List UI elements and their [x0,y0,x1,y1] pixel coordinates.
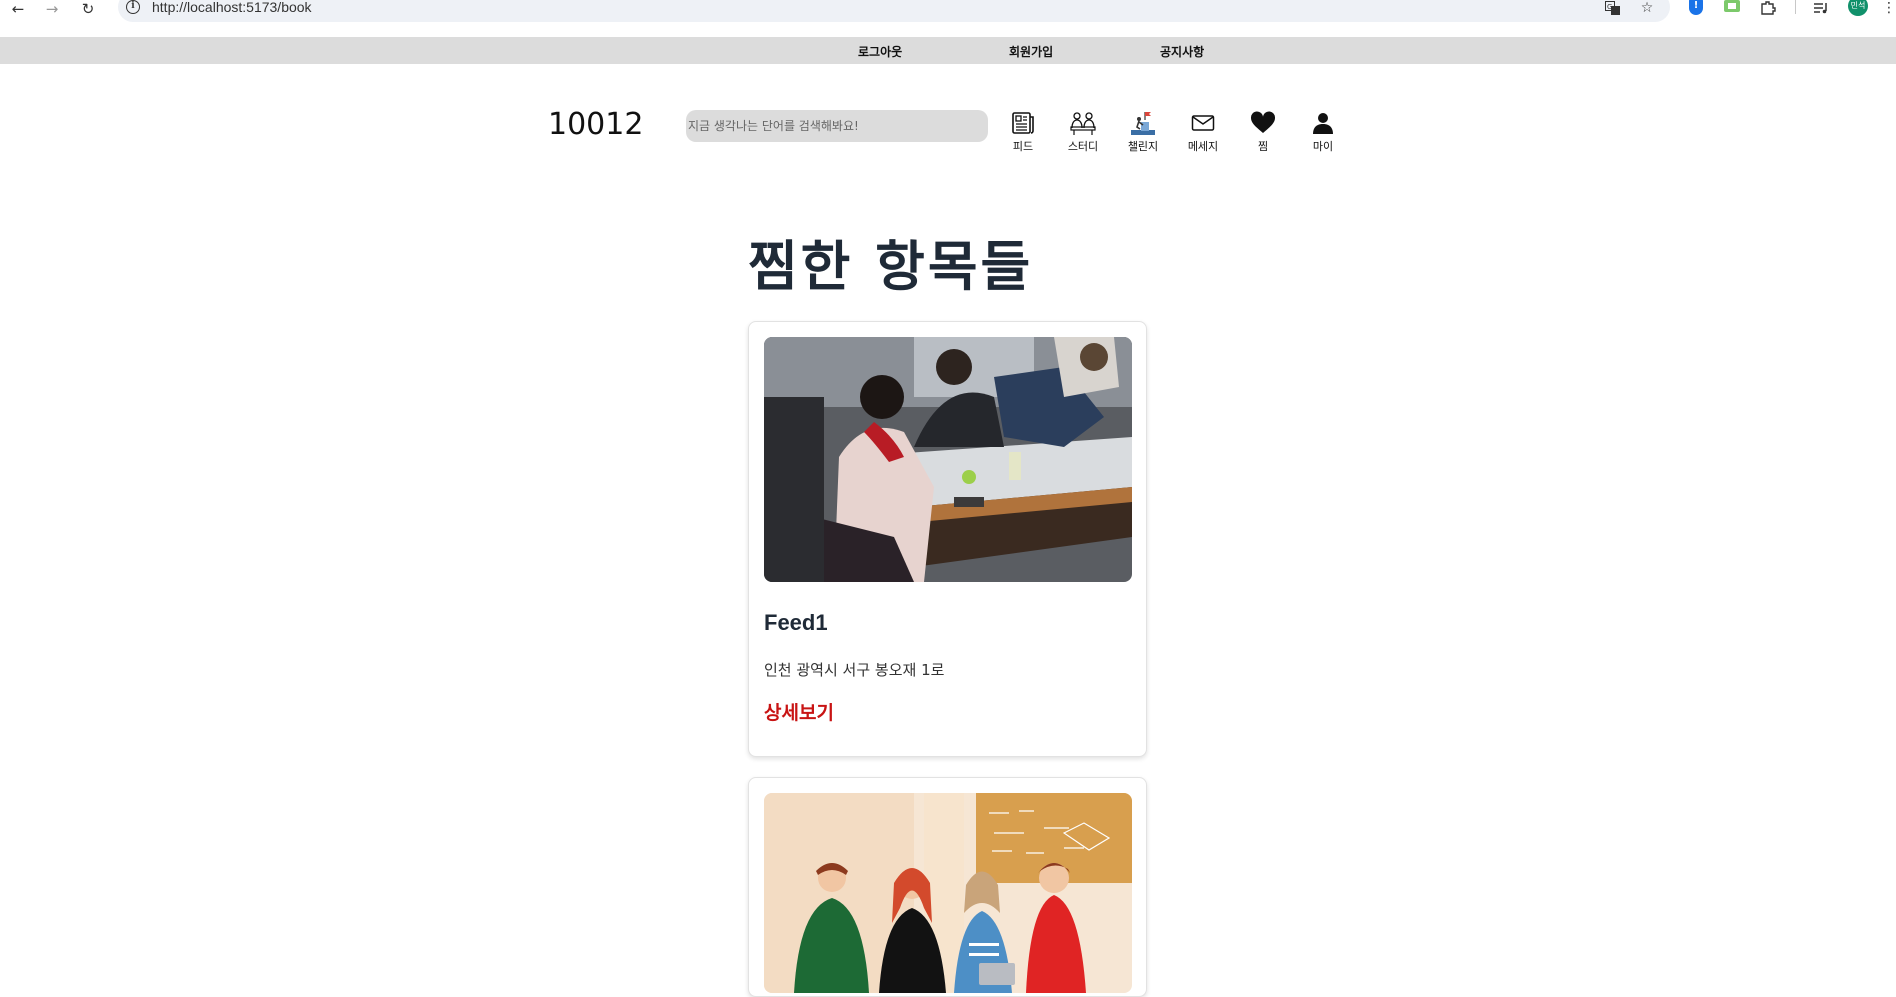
user-icon [1309,110,1337,136]
card-address: 인천 광역시 서구 봉오재 1로 [764,661,945,679]
extension-icon[interactable] [1724,0,1740,12]
signup-link[interactable]: 회원가입 [1009,43,1053,60]
site-info-icon[interactable]: i [126,0,140,14]
nav-item-my[interactable]: 마이 [1298,110,1348,154]
profile-avatar[interactable]: 민석 [1848,0,1868,16]
wishlist-card [748,777,1147,997]
forward-arrow-icon[interactable]: → [40,0,64,18]
nav-label: 스터디 [1067,140,1099,153]
nav-item-feed[interactable]: 피드 [998,110,1048,154]
newspaper-icon [1009,110,1037,136]
logout-link[interactable]: 로그아웃 [858,43,902,60]
card-image [764,793,1132,993]
browser-toolbar: ← → ↻ i http://localhost:5173/book G ☆ !… [0,0,1896,30]
top-nav-strip: 로그아웃 회원가입 공지사항 [0,37,1896,64]
reload-icon[interactable]: ↻ [76,0,100,18]
nav-item-challenge[interactable]: 챌린지 [1118,110,1168,154]
nav-item-study[interactable]: 스터디 [1058,110,1108,154]
nav-item-message[interactable]: 메세지 [1178,110,1228,154]
challenge-icon [1129,110,1157,136]
page-title: 찜한 항목들 [748,235,1034,298]
nav-label: 피드 [1012,140,1034,153]
toolbar-divider [1795,0,1796,14]
nav-item-wishlist[interactable]: 찜 [1238,110,1288,154]
search-input[interactable] [686,110,988,142]
address-bar[interactable] [118,0,1670,22]
wishlist-card: Feed1 인천 광역시 서구 봉오재 1로 상세보기 [748,321,1147,757]
extension-icon[interactable]: ! [1689,0,1703,15]
url-text[interactable]: http://localhost:5173/book [152,0,312,15]
mail-icon [1189,110,1217,136]
nav-label: 챌린지 [1127,140,1159,153]
bookmark-star-icon[interactable]: ☆ [1638,0,1656,16]
extensions-puzzle-icon[interactable] [1759,0,1777,16]
nav-label: 메세지 [1187,140,1219,153]
translate-icon[interactable]: G [1604,0,1622,16]
svg-text:G: G [1607,3,1612,11]
menu-dots-icon[interactable]: ⋮ [1880,0,1896,16]
reading-list-icon[interactable] [1812,0,1830,16]
card-title: Feed1 [764,610,828,635]
nav-label: 마이 [1312,140,1334,153]
detail-link[interactable]: 상세보기 [764,698,834,725]
study-group-icon [1069,110,1097,136]
card-image [764,337,1132,582]
back-arrow-icon[interactable]: ← [6,0,30,18]
nav-label: 찜 [1257,140,1269,153]
site-logo[interactable]: 10012 [548,107,643,142]
heart-icon [1249,110,1277,136]
notice-link[interactable]: 공지사항 [1160,43,1204,60]
